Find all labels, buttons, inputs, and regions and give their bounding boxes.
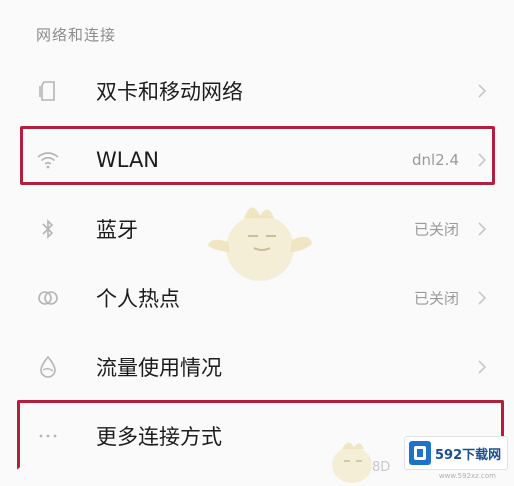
data-usage-icon: [36, 355, 60, 379]
row-label: 个人热点: [96, 287, 180, 311]
row-label: 蓝牙: [96, 218, 138, 242]
sim-card-icon: [36, 79, 60, 103]
site-url-text: www.592xz.com: [438, 472, 496, 480]
wlan-highlight-box: [20, 126, 495, 185]
chevron-right-icon: [478, 84, 487, 98]
row-label: 双卡和移动网络: [96, 80, 243, 104]
chevron-right-icon: [478, 291, 487, 305]
site-logo-badge: 592下载网: [404, 436, 508, 470]
settings-row-dual-sim[interactable]: 双卡和移动网络: [0, 57, 514, 125]
logo-mark-icon: [409, 441, 431, 465]
hotspot-icon: [36, 286, 60, 310]
settings-screen: { "section": { "title": "网络和连接" }, "rows…: [0, 0, 514, 486]
chevron-right-icon: [478, 222, 487, 236]
bluetooth-icon: [36, 217, 60, 241]
row-label: 流量使用情况: [96, 356, 222, 380]
section-header: 网络和连接: [36, 26, 117, 44]
row-value: 已关闭: [413, 289, 459, 308]
settings-row-data-usage[interactable]: 流量使用情况: [0, 333, 514, 401]
mascot-watermark-image: [208, 207, 312, 281]
row-value: 已关闭: [413, 220, 459, 239]
mascot-watermark-text: 8D: [372, 460, 391, 475]
site-logo-text: 592下载网: [435, 447, 502, 463]
chevron-right-icon: [478, 360, 487, 374]
